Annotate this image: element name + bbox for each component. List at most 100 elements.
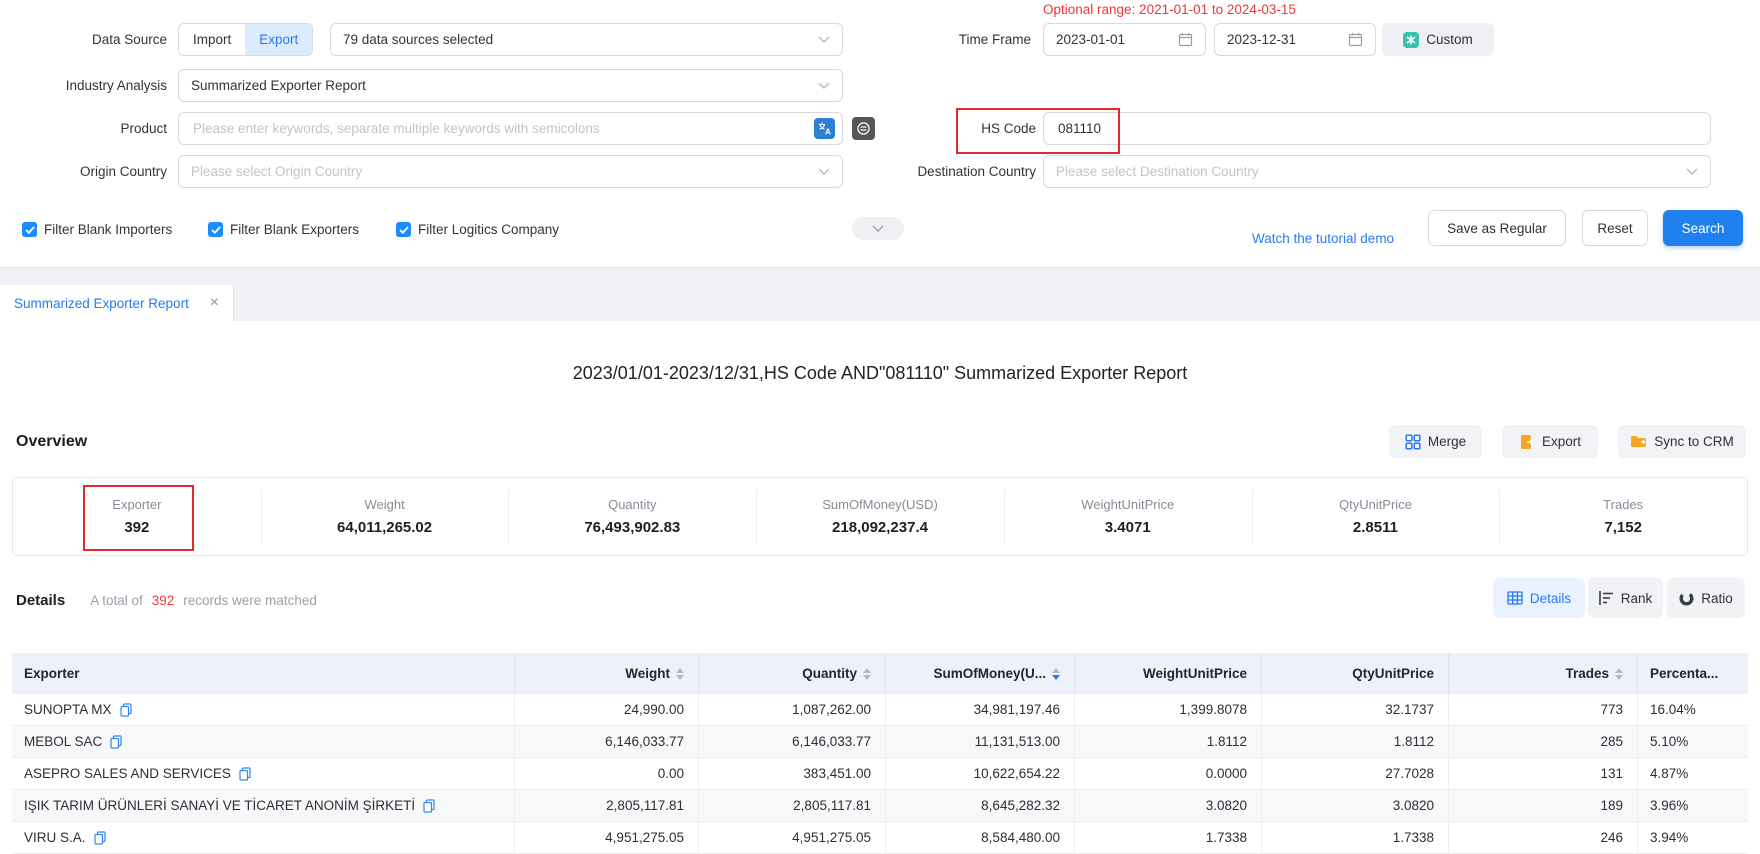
- weight-unit-price-cell: 1.8112: [1075, 726, 1262, 757]
- copy-icon[interactable]: [120, 703, 132, 717]
- tab-summarized-exporter-report[interactable]: Summarized Exporter Report ×: [0, 285, 234, 321]
- stat-label: Weight: [364, 497, 404, 512]
- exporter-cell: VIRU S.A.: [12, 822, 515, 853]
- percentage-cell: 3.96%: [1638, 790, 1748, 821]
- sort-icon: [1615, 668, 1623, 680]
- svg-text:A: A: [825, 128, 831, 137]
- origin-country-label: Origin Country: [0, 155, 167, 188]
- details-count-prefix: A total of: [90, 593, 143, 608]
- product-input[interactable]: [178, 112, 843, 145]
- col-header-percentage: Percenta...: [1638, 653, 1748, 694]
- product-label: Product: [0, 112, 167, 145]
- sync-to-crm-button[interactable]: Sync to CRM: [1618, 425, 1746, 458]
- overview-stats-panel: Exporter 392 Weight 64,011,265.02 Quanti…: [12, 477, 1748, 556]
- exporter-name: MEBOL SAC: [24, 734, 102, 749]
- start-date-input[interactable]: 2023-01-01: [1043, 23, 1206, 56]
- import-toggle[interactable]: Import: [179, 24, 245, 55]
- reset-button[interactable]: Reset: [1582, 210, 1648, 246]
- details-count: 392: [152, 593, 175, 608]
- checkbox-checked-icon: [396, 222, 411, 237]
- destination-country-label: Destination Country: [850, 155, 1036, 188]
- checkbox-label: Filter Blank Exporters: [230, 222, 359, 237]
- filter-blank-importers-checkbox[interactable]: Filter Blank Importers: [22, 222, 172, 237]
- export-button[interactable]: Export: [1502, 425, 1598, 458]
- copy-icon[interactable]: [423, 799, 435, 813]
- industry-analysis-select[interactable]: Summarized Exporter Report: [178, 69, 843, 102]
- sum-cell: 8,584,480.00: [886, 822, 1075, 853]
- start-date-value: 2023-01-01: [1056, 32, 1170, 47]
- overview-heading: Overview: [16, 433, 87, 451]
- view-ratio-label: Ratio: [1701, 591, 1733, 606]
- translate-off-icon[interactable]: [852, 117, 875, 140]
- merge-icon: [1405, 434, 1421, 450]
- table-row: IŞIK TARIM ÜRÜNLERİ SANAYİ VE TİCARET AN…: [12, 790, 1748, 822]
- destination-country-select[interactable]: Please select Destination Country: [1043, 155, 1711, 188]
- sum-cell: 11,131,513.00: [886, 726, 1075, 757]
- translate-icon[interactable]: A: [814, 118, 835, 139]
- sum-cell: 8,645,282.32: [886, 790, 1075, 821]
- stat-value: 64,011,265.02: [337, 519, 432, 536]
- copy-icon[interactable]: [239, 767, 251, 781]
- tutorial-demo-link[interactable]: Watch the tutorial demo: [1252, 221, 1394, 235]
- col-header-weight-unit-price: WeightUnitPrice: [1075, 653, 1262, 694]
- col-header-sum-of-money[interactable]: SumOfMoney(U...: [886, 653, 1075, 694]
- search-button[interactable]: Search: [1663, 210, 1743, 246]
- destination-country-placeholder: Please select Destination Country: [1056, 164, 1678, 179]
- stat-quantity: Quantity 76,493,902.83: [508, 478, 756, 555]
- sync-to-crm-label: Sync to CRM: [1654, 434, 1734, 449]
- custom-range-button[interactable]: Custom: [1382, 23, 1494, 56]
- hs-code-field-wrap: [1043, 112, 1711, 145]
- view-ratio-button[interactable]: Ratio: [1667, 578, 1745, 618]
- percentage-cell: 3.94%: [1638, 822, 1748, 853]
- trades-cell: 131: [1449, 758, 1638, 789]
- copy-icon[interactable]: [94, 831, 106, 845]
- qty-unit-price-cell: 32.1737: [1262, 694, 1449, 725]
- filter-blank-exporters-checkbox[interactable]: Filter Blank Exporters: [208, 222, 359, 237]
- tab-close-icon[interactable]: ×: [210, 295, 219, 311]
- col-header-weight[interactable]: Weight: [515, 653, 699, 694]
- data-source-label: Data Source: [0, 23, 167, 56]
- stat-qty-unit-price: QtyUnitPrice 2.8511: [1252, 478, 1500, 555]
- col-header-exporter: Exporter: [12, 653, 515, 694]
- export-toggle[interactable]: Export: [245, 24, 312, 55]
- origin-country-select[interactable]: Please select Origin Country: [178, 155, 843, 188]
- stat-sum-of-money: SumOfMoney(USD) 218,092,237.4: [756, 478, 1004, 555]
- chevron-down-icon: [818, 36, 830, 43]
- industry-analysis-label: Industry Analysis: [0, 69, 167, 102]
- weight-unit-price-cell: 1.7338: [1075, 822, 1262, 853]
- stat-value: 392: [124, 519, 149, 536]
- weight-cell: 0.00: [515, 758, 699, 789]
- copy-icon[interactable]: [110, 735, 122, 749]
- qty-unit-price-cell: 27.7028: [1262, 758, 1449, 789]
- col-header-quantity[interactable]: Quantity: [699, 653, 886, 694]
- details-heading-row: Details A total of 392 records were matc…: [16, 580, 317, 620]
- data-sources-value: 79 data sources selected: [343, 32, 810, 47]
- origin-country-placeholder: Please select Origin Country: [191, 164, 810, 179]
- weight-cell: 6,146,033.77: [515, 726, 699, 757]
- stat-label: Exporter: [112, 497, 161, 512]
- qty-unit-price-cell: 1.8112: [1262, 726, 1449, 757]
- filter-form: Optional range: 2021-01-01 to 2024-03-15…: [0, 0, 1760, 267]
- collapse-filters-toggle[interactable]: [852, 217, 904, 240]
- optional-range-hint: Optional range: 2021-01-01 to 2024-03-15: [1043, 2, 1296, 17]
- col-header-qty-unit-price: QtyUnitPrice: [1262, 653, 1449, 694]
- stat-value: 76,493,902.83: [584, 519, 680, 536]
- col-header-trades[interactable]: Trades: [1449, 653, 1638, 694]
- view-rank-button[interactable]: Rank: [1588, 578, 1663, 618]
- view-rank-label: Rank: [1621, 591, 1653, 606]
- sort-icon: [676, 668, 684, 680]
- percentage-cell: 4.87%: [1638, 758, 1748, 789]
- merge-label: Merge: [1428, 434, 1466, 449]
- data-sources-select[interactable]: 79 data sources selected: [330, 23, 843, 56]
- hs-code-input[interactable]: [1043, 112, 1711, 145]
- details-table: Exporter Weight Quantity SumOfMoney(U...…: [12, 653, 1748, 854]
- end-date-input[interactable]: 2023-12-31: [1214, 23, 1376, 56]
- save-as-regular-button[interactable]: Save as Regular: [1428, 210, 1566, 246]
- export-file-icon: [1519, 434, 1535, 450]
- stat-exporter: Exporter 392: [13, 478, 261, 555]
- exporter-cell: ASEPRO SALES AND SERVICES: [12, 758, 515, 789]
- view-details-button[interactable]: Details: [1493, 578, 1585, 618]
- merge-button[interactable]: Merge: [1389, 425, 1482, 458]
- filter-logistics-company-checkbox[interactable]: Filter Logitics Company: [396, 222, 559, 237]
- stat-label: Quantity: [608, 497, 656, 512]
